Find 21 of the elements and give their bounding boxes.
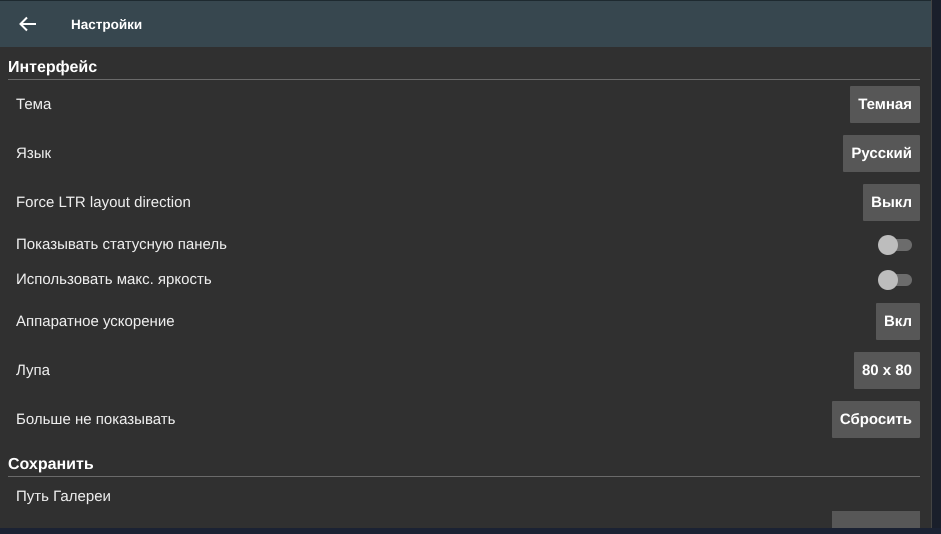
screen-title: Настройки: [71, 16, 142, 32]
setting-label: Показывать статусную панель: [16, 236, 227, 253]
setting-button[interactable]: Темная: [850, 86, 920, 123]
setting-button[interactable]: 80 x 80: [854, 352, 920, 389]
setting-button[interactable]: Русский: [843, 135, 920, 172]
toggle-switch[interactable]: [878, 270, 912, 290]
back-arrow-icon[interactable]: [19, 16, 37, 32]
setting-button[interactable]: Сбросить: [832, 401, 920, 438]
section-header: Интерфейс: [8, 47, 920, 80]
setting-button[interactable]: Выкл: [863, 184, 920, 221]
toggle-switch[interactable]: [878, 234, 912, 254]
setting-label: Больше не показывать: [16, 411, 176, 428]
setting-label: Лупа: [16, 362, 50, 379]
setting-label: Тема: [16, 96, 52, 113]
setting-label: Использовать макс. яркость: [16, 271, 212, 288]
section-header: Сохранить: [8, 444, 920, 477]
setting-button[interactable]: Вкл: [876, 303, 920, 340]
setting-label: Язык: [16, 145, 52, 162]
setting-label: Force LTR layout direction: [16, 194, 191, 211]
setting-label: Путь Галереи: [16, 488, 111, 504]
setting-label: Аппаратное ускорение: [16, 313, 175, 330]
